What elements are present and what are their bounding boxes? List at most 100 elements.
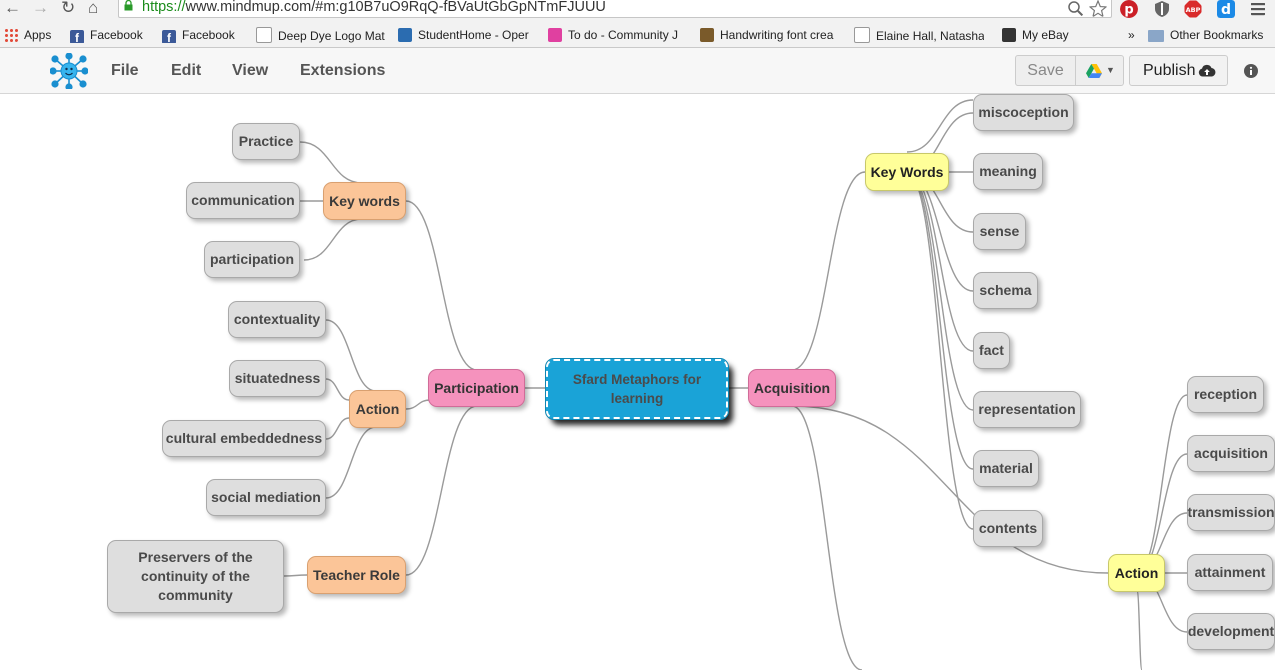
group-node-action[interactable]: Action bbox=[349, 390, 406, 428]
root-node[interactable]: Sfard Metaphors for learning bbox=[545, 358, 729, 420]
storage-dropdown-button[interactable]: ▼ bbox=[1076, 55, 1124, 86]
bookmark-item[interactable]: Elaine Hall, Natasha bbox=[854, 27, 984, 43]
leaf-node[interactable]: material bbox=[973, 450, 1039, 487]
leaf-node[interactable]: transmission bbox=[1187, 494, 1275, 531]
node-label: Participation bbox=[434, 379, 519, 396]
bookmark-item[interactable]: Handwriting font crea bbox=[700, 27, 840, 43]
menu-icon[interactable] bbox=[1249, 0, 1267, 18]
bookmark-label: To do - Community J bbox=[568, 28, 679, 42]
bookmark-item[interactable]: Other Bookmarks bbox=[1148, 27, 1273, 43]
leaf-node[interactable]: attainment bbox=[1187, 554, 1273, 591]
menu-view[interactable]: View bbox=[232, 62, 268, 80]
bookmark-label: Handwriting font crea bbox=[720, 28, 834, 42]
group-node-action[interactable]: Action bbox=[1108, 554, 1165, 592]
menu-edit[interactable]: Edit bbox=[171, 62, 201, 80]
menu-extensions[interactable]: Extensions bbox=[300, 62, 385, 80]
bookmark-item[interactable]: Apps bbox=[4, 27, 56, 43]
branch-node-participation[interactable]: Participation bbox=[428, 369, 525, 407]
leaf-node[interactable]: situatedness bbox=[229, 360, 326, 397]
bookmark-item[interactable]: f Facebook bbox=[162, 27, 242, 43]
apps-grid-icon bbox=[4, 28, 18, 42]
folder-icon bbox=[1148, 30, 1164, 42]
mindmup-logo-icon[interactable] bbox=[50, 53, 88, 89]
bookmark-item[interactable]: f Facebook bbox=[70, 27, 150, 43]
address-bar[interactable]: https://www.mindmup.com/#m:g10B7uO9RqQ-f… bbox=[118, 0, 1112, 18]
bookmark-label: Other Bookmarks bbox=[1170, 28, 1264, 42]
url-text: https://www.mindmup.com/#m:g10B7uO9RqQ-f… bbox=[142, 0, 606, 15]
browser-toolbar: ← → ↻ ⌂ https://www.mindmup.com/#m:g10B7… bbox=[0, 0, 1275, 20]
leaf-node[interactable]: fact bbox=[973, 332, 1010, 369]
node-label: Key Words bbox=[870, 163, 944, 180]
node-label: contextuality bbox=[233, 311, 321, 327]
node-label: communication bbox=[191, 192, 295, 208]
reload-icon[interactable]: ↻ bbox=[61, 0, 75, 18]
group-node-key-words[interactable]: Key Words bbox=[865, 153, 949, 191]
bookmark-item[interactable]: » bbox=[1128, 27, 1140, 43]
connector-line bbox=[303, 218, 363, 261]
connector-line bbox=[299, 141, 363, 184]
leaf-node[interactable]: Preservers of the continuity of the comm… bbox=[107, 540, 284, 613]
node-label: situatedness bbox=[234, 370, 321, 386]
node-label: schema bbox=[979, 282, 1032, 298]
page-icon bbox=[854, 27, 870, 43]
connector-line bbox=[1136, 590, 1143, 670]
connector-line bbox=[791, 405, 1109, 574]
connector-line bbox=[906, 171, 974, 411]
star-icon[interactable] bbox=[1089, 0, 1107, 18]
node-label: fact bbox=[979, 342, 1004, 358]
node-label: Sfard Metaphors for learning bbox=[572, 372, 702, 406]
node-label: material bbox=[979, 460, 1033, 476]
group-node-key-words[interactable]: Key words bbox=[323, 182, 406, 220]
leaf-node[interactable]: contents bbox=[973, 510, 1043, 547]
node-label: development bbox=[1187, 623, 1275, 639]
zoom-icon[interactable] bbox=[1067, 0, 1085, 18]
bookmark-item[interactable]: Deep Dye Logo Mat bbox=[256, 27, 386, 43]
leaf-node[interactable]: development bbox=[1187, 613, 1275, 650]
node-label: acquisition bbox=[1194, 445, 1268, 461]
node-label: reception bbox=[1193, 386, 1257, 402]
bookmark-item[interactable]: StudentHome - Oper bbox=[398, 27, 533, 43]
publish-button[interactable]: Publish bbox=[1129, 55, 1228, 86]
branch-node-acquisition[interactable]: Acquisition bbox=[748, 369, 836, 407]
leaf-node[interactable]: social mediation bbox=[206, 479, 326, 516]
bookmark-label: Deep Dye Logo Mat bbox=[278, 29, 385, 43]
caret-down-icon: ▼ bbox=[1106, 65, 1115, 75]
adblock-icon[interactable]: ABP bbox=[1184, 0, 1202, 18]
node-label: transmission bbox=[1187, 504, 1275, 520]
node-label: cultural embeddedness bbox=[165, 430, 323, 446]
leaf-node[interactable]: representation bbox=[973, 391, 1081, 428]
d-icon[interactable]: d bbox=[1217, 0, 1235, 18]
connector-line bbox=[906, 99, 974, 153]
leaf-node[interactable]: miscoception bbox=[973, 94, 1074, 131]
leaf-node[interactable]: reception bbox=[1187, 376, 1264, 413]
shield-icon[interactable] bbox=[1153, 0, 1171, 18]
leaf-node[interactable]: Practice bbox=[232, 123, 300, 160]
home-icon[interactable]: ⌂ bbox=[88, 0, 98, 18]
leaf-node[interactable]: participation bbox=[204, 241, 300, 278]
node-label: sense bbox=[979, 223, 1020, 239]
leaf-node[interactable]: contextuality bbox=[228, 301, 326, 338]
leaf-node[interactable]: acquisition bbox=[1187, 435, 1275, 472]
connector-line bbox=[906, 171, 974, 470]
leaf-node[interactable]: schema bbox=[973, 272, 1038, 309]
group-node-teacher-role[interactable]: Teacher Role bbox=[307, 556, 406, 594]
forward-arrow-icon[interactable]: → bbox=[32, 0, 49, 18]
bookmark-item[interactable]: To do - Community J bbox=[548, 27, 683, 43]
connector-line bbox=[325, 378, 350, 401]
pinterest-icon[interactable]: p bbox=[1120, 0, 1138, 18]
page-icon bbox=[256, 27, 272, 43]
lock-icon bbox=[124, 0, 133, 11]
leaf-node[interactable]: communication bbox=[186, 182, 300, 219]
leaf-node[interactable]: sense bbox=[973, 213, 1026, 250]
save-button[interactable]: Save bbox=[1015, 55, 1076, 86]
leaf-node[interactable]: cultural embeddedness bbox=[162, 420, 326, 457]
info-icon[interactable] bbox=[1244, 64, 1258, 78]
leaf-node[interactable]: meaning bbox=[973, 153, 1043, 190]
connector-line bbox=[906, 171, 974, 530]
mind-map-canvas[interactable]: Sfard Metaphors for learning Participatio… bbox=[0, 94, 1275, 670]
connector-line bbox=[325, 417, 350, 440]
back-arrow-icon[interactable]: ← bbox=[4, 0, 21, 18]
bookmark-item[interactable]: My eBay bbox=[1002, 27, 1092, 43]
menu-file[interactable]: File bbox=[111, 62, 139, 80]
bookmarks-bar: Apps f Facebook f Facebook Deep Dye Logo Mat S… bbox=[0, 20, 1275, 48]
